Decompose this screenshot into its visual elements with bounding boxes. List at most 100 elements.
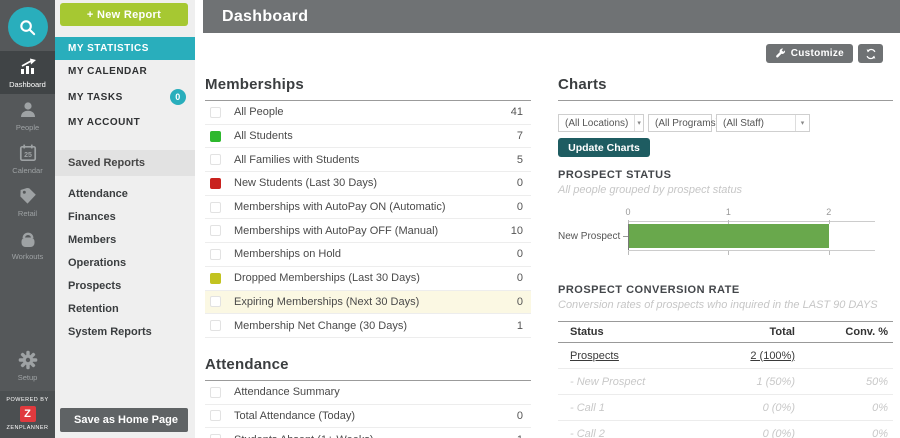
app-window: Dashboard People 25 Calendar Retail: [0, 0, 900, 438]
report-link-finances[interactable]: Finances: [55, 205, 195, 228]
axis-tick: [829, 251, 830, 255]
stat-row[interactable]: All People 41: [205, 101, 531, 125]
cell-total[interactable]: 2 (100%): [685, 350, 795, 362]
stat-label: Expiring Memberships (Next 30 Days): [234, 296, 517, 308]
row-checkbox[interactable]: [210, 296, 221, 307]
sidebar-item-dashboard[interactable]: Dashboard: [0, 51, 55, 94]
menu-item-my-calendar[interactable]: MY CALENDAR: [55, 60, 195, 83]
row-checkbox[interactable]: [210, 178, 221, 189]
menu-item-my-account[interactable]: MY ACCOUNT: [55, 111, 195, 134]
menu-item-my-statistics[interactable]: MY STATISTICS: [55, 37, 195, 60]
stat-value: 0: [517, 201, 523, 213]
row-checkbox[interactable]: [210, 131, 221, 142]
dashboard-chart-icon: [18, 57, 38, 77]
cell-status: - Call 1: [558, 402, 685, 414]
chart-top-axis: 0 1 2: [628, 221, 875, 222]
row-checkbox[interactable]: [210, 434, 221, 438]
selected-value: (All Staff): [717, 115, 795, 131]
stat-row[interactable]: Attendance Summary: [205, 381, 531, 405]
page-header: Dashboard: [203, 0, 900, 33]
row-checkbox[interactable]: [210, 273, 221, 284]
report-links-list: Attendance Finances Members Operations P…: [55, 176, 195, 343]
search-icon: [18, 18, 37, 37]
prospect-conversion-section: PROSPECT CONVERSION RATE Conversion rate…: [558, 284, 893, 438]
customize-button[interactable]: Customize: [766, 44, 853, 63]
gear-icon: [18, 350, 38, 370]
menu-item-label: MY TASKS: [68, 92, 123, 103]
memberships-section-title: Memberships: [205, 76, 531, 101]
report-link-system-reports[interactable]: System Reports: [55, 320, 195, 343]
stat-row[interactable]: Total Attendance (Today) 0: [205, 405, 531, 429]
stat-row[interactable]: Dropped Memberships (Last 30 Days) 0: [205, 267, 531, 291]
stat-row[interactable]: Membership Net Change (30 Days) 1: [205, 314, 531, 338]
report-link-prospects[interactable]: Prospects: [55, 274, 195, 297]
update-charts-button[interactable]: Update Charts: [558, 138, 650, 157]
sidebar-item-label: Calendar: [12, 166, 42, 175]
column-header-conv: Conv. %: [795, 326, 893, 338]
row-checkbox[interactable]: [210, 320, 221, 331]
stat-row-highlighted[interactable]: Expiring Memberships (Next 30 Days) 0: [205, 291, 531, 315]
stat-row[interactable]: Students Absent (1+ Weeks) 1: [205, 428, 531, 438]
axis-tick: 0: [628, 220, 629, 224]
prospect-status-subtitle: All people grouped by prospect status: [558, 184, 893, 196]
refresh-icon: [865, 48, 877, 60]
stat-row[interactable]: All Students 7: [205, 125, 531, 149]
stat-label: Total Attendance (Today): [234, 410, 517, 422]
report-nav-menu: MY STATISTICS MY CALENDAR MY TASKS 0 MY …: [55, 37, 195, 343]
stat-value: 41: [511, 106, 523, 118]
search-button[interactable]: [8, 7, 48, 47]
conversion-table: Status Total Conv. % Prospects 2 (100%) …: [558, 321, 893, 438]
row-checkbox[interactable]: [210, 387, 221, 398]
stat-row[interactable]: Memberships on Hold 0: [205, 243, 531, 267]
prospect-conversion-title: PROSPECT CONVERSION RATE: [558, 284, 893, 296]
stat-value: 0: [517, 272, 523, 284]
report-link-operations[interactable]: Operations: [55, 251, 195, 274]
saved-reports-header: Saved Reports: [55, 150, 195, 176]
sidebar-item-label: Retail: [18, 209, 37, 218]
refresh-button[interactable]: [858, 44, 883, 63]
cell-total: 0 (0%): [685, 428, 795, 438]
stat-row[interactable]: All Families with Students 5: [205, 148, 531, 172]
report-link-members[interactable]: Members: [55, 228, 195, 251]
new-report-button[interactable]: + New Report: [60, 3, 188, 26]
stat-row[interactable]: Memberships with AutoPay ON (Automatic) …: [205, 196, 531, 220]
powered-by-footer: POWERED BY Z ZENPLANNER: [0, 391, 55, 438]
staff-select[interactable]: (All Staff) ▾: [716, 114, 810, 132]
table-row: - New Prospect 1 (50%) 50%: [558, 369, 893, 395]
programs-select[interactable]: (All Programs) ▾: [648, 114, 712, 132]
row-checkbox[interactable]: [210, 107, 221, 118]
sidebar-item-calendar[interactable]: 25 Calendar: [0, 137, 55, 180]
main-content: Dashboard Customize Memberships: [195, 0, 900, 438]
prospects-link[interactable]: Prospects: [570, 350, 619, 362]
menu-item-label: MY STATISTICS: [68, 43, 149, 54]
report-link-retention[interactable]: Retention: [55, 297, 195, 320]
row-checkbox[interactable]: [210, 154, 221, 165]
stat-value: 5: [517, 154, 523, 166]
locations-select[interactable]: (All Locations) ▾: [558, 114, 644, 132]
sidebar-item-setup[interactable]: Setup: [0, 344, 55, 387]
stat-label: All People: [234, 106, 511, 118]
menu-item-my-tasks[interactable]: MY TASKS 0: [55, 83, 195, 111]
report-link-attendance[interactable]: Attendance: [55, 182, 195, 205]
cell-conv: 50%: [795, 376, 893, 388]
chart-bottom-axis: [628, 250, 875, 251]
table-row: - Call 1 0 (0%) 0%: [558, 395, 893, 421]
stat-value: 7: [517, 130, 523, 142]
stat-label: All Families with Students: [234, 154, 517, 166]
row-checkbox[interactable]: [210, 225, 221, 236]
table-row: - Call 2 0 (0%) 0%: [558, 421, 893, 438]
prospect-status-title: PROSPECT STATUS: [558, 169, 893, 181]
save-as-home-page-button[interactable]: Save as Home Page: [60, 408, 188, 432]
axis-tick: [728, 251, 729, 255]
sidebar-item-retail[interactable]: Retail: [0, 180, 55, 223]
stat-row[interactable]: New Students (Last 30 Days) 0: [205, 172, 531, 196]
stat-row[interactable]: Memberships with AutoPay OFF (Manual) 10: [205, 219, 531, 243]
sidebar-item-people[interactable]: People: [0, 94, 55, 137]
row-checkbox[interactable]: [210, 202, 221, 213]
price-tag-icon: [18, 186, 38, 206]
row-checkbox[interactable]: [210, 249, 221, 260]
zenplanner-logo: Z: [20, 406, 36, 422]
bar-new-prospect: [629, 224, 829, 248]
row-checkbox[interactable]: [210, 410, 221, 421]
sidebar-item-workouts[interactable]: Workouts: [0, 223, 55, 266]
